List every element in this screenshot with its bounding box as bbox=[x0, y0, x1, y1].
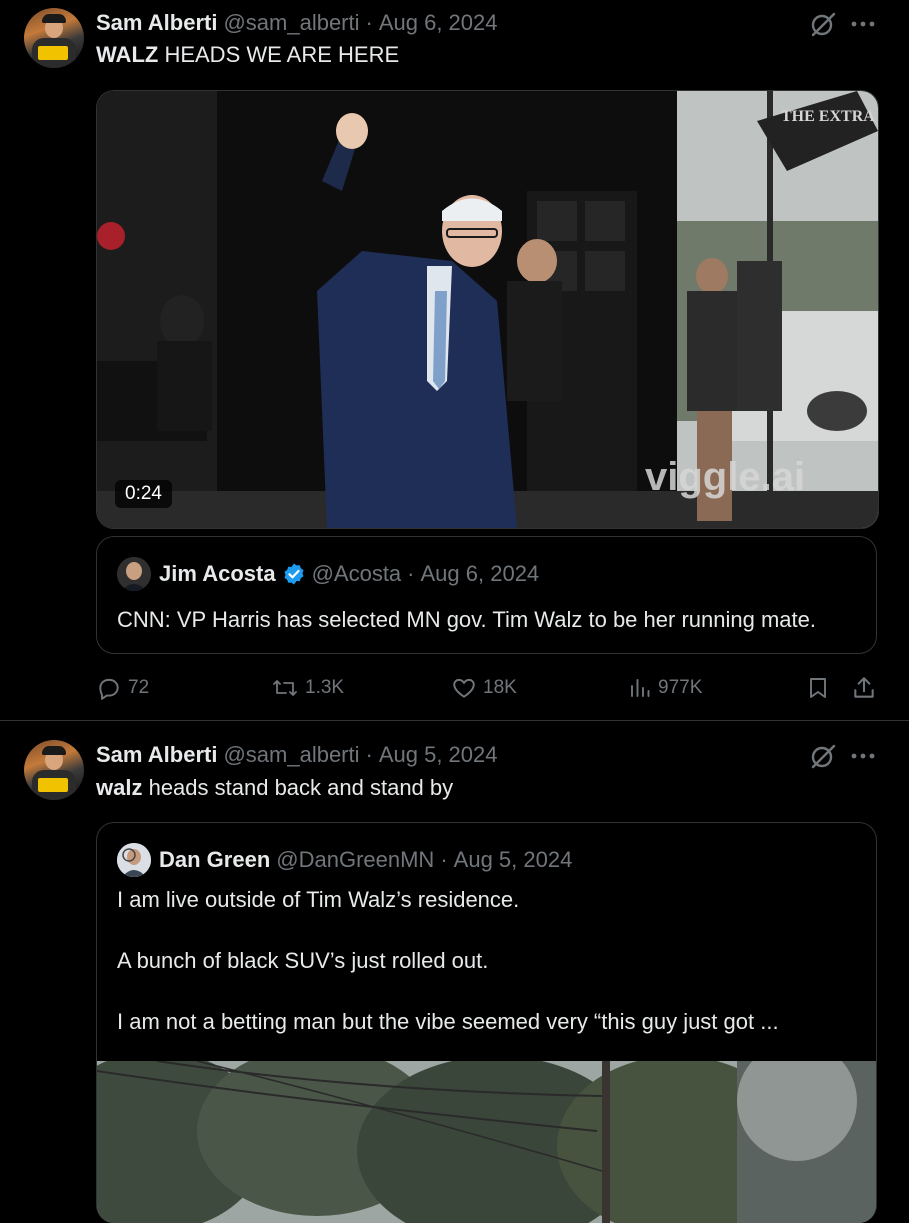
tweet-text-bold: WALZ bbox=[96, 42, 159, 67]
quoted-tweet-image[interactable] bbox=[97, 1041, 876, 1223]
tweet-text-rest: HEADS WE ARE HERE bbox=[158, 42, 400, 67]
tweet-video[interactable]: viggle.ai THE EXTRA 0:24 bbox=[96, 90, 879, 529]
quoted-tweet-date: Aug 5, 2024 bbox=[453, 847, 573, 872]
views-count: 977K bbox=[658, 677, 703, 698]
separator: · bbox=[365, 742, 373, 767]
bookmark-icon bbox=[810, 678, 826, 698]
repost-count: 1.3K bbox=[305, 677, 345, 698]
views-button[interactable]: 977K bbox=[628, 670, 702, 706]
author-name[interactable]: Sam Alberti bbox=[96, 10, 217, 36]
tweet-actions: 72 1.3K 18K 977K bbox=[96, 670, 886, 706]
quoted-author-avatar[interactable] bbox=[117, 843, 151, 877]
share-button[interactable] bbox=[851, 670, 883, 706]
quoted-author-handle[interactable]: @DanGreenMN bbox=[276, 847, 434, 873]
author-handle[interactable]: @sam_alberti bbox=[223, 10, 359, 36]
more-icon[interactable] bbox=[850, 746, 876, 766]
like-count: 18K bbox=[483, 677, 517, 698]
quoted-author-avatar[interactable] bbox=[117, 557, 151, 591]
author-handle[interactable]: @sam_alberti bbox=[223, 742, 359, 768]
quoted-tweet-text: CNN: VP Harris has selected MN gov. Tim … bbox=[117, 607, 816, 632]
more-icon[interactable] bbox=[850, 14, 876, 34]
quoted-tweet-header: Jim Acosta @Acosta · Aug 6, 2024 bbox=[159, 557, 539, 591]
video-duration: 0:24 bbox=[115, 480, 172, 508]
reply-count: 72 bbox=[128, 677, 150, 698]
repost-icon bbox=[273, 680, 297, 696]
author-avatar[interactable] bbox=[24, 740, 84, 800]
author-avatar[interactable] bbox=[24, 8, 84, 68]
repost-button[interactable]: 1.3K bbox=[271, 670, 344, 706]
separator: · bbox=[407, 561, 415, 586]
quoted-author-name[interactable]: Jim Acosta bbox=[159, 561, 276, 587]
tweet-header: Sam Alberti @sam_alberti · Aug 6, 2024 bbox=[96, 8, 498, 38]
quoted-tweet[interactable]: Dan Green @DanGreenMN · Aug 5, 2024 I am… bbox=[96, 822, 877, 1223]
reply-button[interactable]: 72 bbox=[96, 670, 149, 706]
author-name[interactable]: Sam Alberti bbox=[96, 742, 217, 768]
tweet-text: walz heads stand back and stand by bbox=[96, 775, 453, 801]
reply-icon bbox=[99, 678, 119, 700]
quoted-tweet-header: Dan Green @DanGreenMN · Aug 5, 2024 bbox=[159, 843, 572, 877]
quoted-tweet-line-2: A bunch of black SUV’s just rolled out. bbox=[117, 948, 489, 973]
heart-icon bbox=[453, 678, 475, 698]
tweet-text-rest: heads stand back and stand by bbox=[142, 775, 454, 800]
video-watermark-top: THE EXTRA bbox=[781, 108, 875, 125]
grok-icon[interactable] bbox=[809, 742, 837, 770]
quoted-tweet-line-3: I am not a betting man but the vibe seem… bbox=[117, 1009, 779, 1034]
tweet-date[interactable]: Aug 6, 2024 bbox=[379, 10, 498, 36]
quoted-author-handle[interactable]: @Acosta bbox=[312, 561, 402, 587]
separator: · bbox=[440, 847, 448, 872]
quoted-tweet-date: Aug 6, 2024 bbox=[420, 561, 540, 586]
tweet-header: Sam Alberti @sam_alberti · Aug 5, 2024 bbox=[96, 740, 498, 770]
bookmark-button[interactable] bbox=[806, 670, 836, 706]
like-button[interactable]: 18K bbox=[451, 670, 517, 706]
share-icon bbox=[854, 677, 874, 698]
quoted-tweet[interactable]: Jim Acosta @Acosta · Aug 6, 2024 CNN: VP… bbox=[96, 536, 877, 654]
verified-badge-icon bbox=[284, 563, 304, 585]
grok-icon[interactable] bbox=[809, 10, 837, 38]
quoted-author-name[interactable]: Dan Green bbox=[159, 847, 270, 873]
tweet-text: WALZ HEADS WE ARE HERE bbox=[96, 42, 399, 68]
trees-photo bbox=[97, 1041, 876, 1223]
views-icon bbox=[631, 679, 650, 697]
video-frame: viggle.ai THE EXTRA bbox=[97, 91, 878, 528]
tweet-2[interactable]: Sam Alberti @sam_alberti · Aug 5, 2024 w… bbox=[0, 721, 909, 1223]
tweet-date[interactable]: Aug 5, 2024 bbox=[379, 742, 498, 768]
tweet-text-bold: walz bbox=[96, 775, 143, 800]
tweet-1[interactable]: Sam Alberti @sam_alberti · Aug 6, 2024 W… bbox=[0, 0, 909, 721]
separator: · bbox=[365, 10, 373, 35]
video-watermark-bottom: viggle.ai bbox=[645, 455, 805, 499]
quoted-tweet-line-1: I am live outside of Tim Walz’s residenc… bbox=[117, 887, 520, 912]
